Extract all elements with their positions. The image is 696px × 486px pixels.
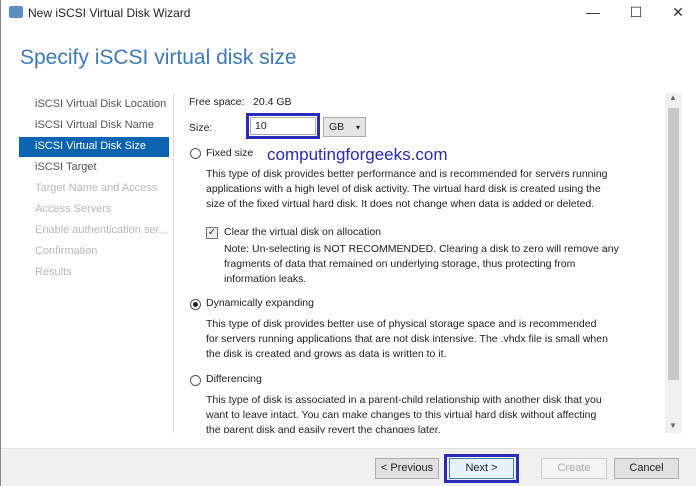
wizard-icon — [9, 6, 23, 18]
fixed-size-radio[interactable] — [190, 148, 201, 159]
scroll-up-icon[interactable]: ▲ — [669, 93, 677, 102]
page-title: Specify iSCSI virtual disk size — [20, 46, 297, 69]
maximize-button[interactable]: ☐ — [627, 4, 645, 20]
nav-item-size[interactable]: iSCSI Virtual Disk Size — [19, 137, 169, 157]
next-button[interactable]: Next > — [449, 458, 514, 479]
free-space-value: 20.4 GB — [253, 96, 292, 108]
clear-disk-label: Clear the virtual disk on allocation — [224, 226, 381, 238]
unit-value: GB — [329, 121, 345, 133]
nav-item-target[interactable]: iSCSI Target — [19, 158, 169, 178]
cancel-button[interactable]: Cancel — [614, 458, 679, 479]
dynamic-radio[interactable] — [190, 299, 201, 310]
size-input-highlight: 10 — [246, 113, 320, 139]
clear-disk-note: Note: Un-selecting is NOT RECOMMENDED. C… — [224, 243, 619, 285]
differencing-label: Differencing — [206, 373, 262, 385]
nav-item-target-name: Target Name and Access — [35, 182, 158, 194]
scroll-down-icon[interactable]: ▼ — [669, 421, 677, 430]
close-button[interactable]: ✕ — [669, 4, 687, 20]
differencing-description: This type of disk is associated in a par… — [206, 394, 602, 433]
fixed-size-description: This type of disk provides better perfor… — [206, 168, 608, 210]
create-button: Create — [541, 458, 607, 479]
free-space-label: Free space: — [189, 96, 245, 108]
minimize-button[interactable]: — — [584, 4, 602, 20]
divider — [173, 93, 174, 433]
clear-disk-checkbox[interactable]: ✓ — [206, 227, 218, 239]
nav-item-confirmation: Confirmation — [35, 245, 98, 257]
fixed-size-label: Fixed size — [206, 147, 254, 159]
size-label: Size: — [189, 122, 213, 134]
title-bar: New iSCSI Virtual Disk Wizard — ☐ ✕ — [1, 0, 696, 26]
unit-dropdown[interactable]: GB ▾ — [323, 117, 366, 137]
nav-item-name[interactable]: iSCSI Virtual Disk Name — [19, 116, 169, 136]
size-input[interactable]: 10 — [250, 117, 316, 135]
window-title: New iSCSI Virtual Disk Wizard — [28, 6, 191, 20]
differencing-radio[interactable] — [190, 375, 201, 386]
dynamic-label: Dynamically expanding — [206, 297, 314, 309]
nav-item-results: Results — [35, 266, 72, 278]
previous-button[interactable]: < Previous — [375, 458, 439, 479]
dynamic-description: This type of disk provides better use of… — [206, 318, 608, 360]
watermark: computingforgeeks.com — [267, 145, 448, 164]
nav-item-access-servers: Access Servers — [35, 203, 112, 215]
scrollbar-thumb[interactable] — [668, 108, 679, 380]
nav-item-authentication: Enable authentication ser... — [35, 224, 168, 236]
chevron-down-icon: ▾ — [355, 123, 360, 132]
nav-item-location[interactable]: iSCSI Virtual Disk Location — [19, 95, 169, 115]
